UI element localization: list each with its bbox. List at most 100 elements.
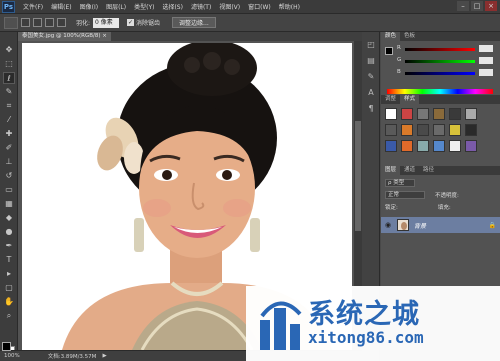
lock-row: 锁定: 填充: xyxy=(385,202,451,211)
document-tab-bar: 泰国美女.jpg @ 100%(RGB/8) × xyxy=(18,32,362,41)
layer-row[interactable]: ◉ 背景 🔒 xyxy=(381,217,500,233)
document-size: 文档:3.89M/3.57M xyxy=(47,354,97,360)
style-teal[interactable] xyxy=(417,140,429,152)
layer-name[interactable]: 背景 xyxy=(414,221,426,230)
menu-select[interactable]: 选择(S) xyxy=(162,2,183,11)
tab-styles[interactable]: 样式 xyxy=(400,95,420,104)
eraser-tool-icon[interactable]: ▭ xyxy=(3,184,15,196)
tab-swatches[interactable]: 色板 xyxy=(400,32,419,41)
style-bronze[interactable] xyxy=(433,108,445,120)
layer-kind-filter[interactable]: ρ 类型 xyxy=(385,178,415,187)
style-orange[interactable] xyxy=(401,124,413,136)
new-selection-icon[interactable] xyxy=(21,18,30,27)
dodge-tool-icon[interactable]: ● xyxy=(3,226,15,238)
intersect-selection-icon[interactable] xyxy=(57,18,66,27)
color-panel-tabs: 颜色 色板 xyxy=(381,32,500,41)
history-panel-icon[interactable]: ◰ xyxy=(366,40,376,50)
move-tool-icon[interactable]: ✥ xyxy=(3,44,15,56)
tab-paths[interactable]: 路径 xyxy=(419,166,438,175)
crop-tool-icon[interactable]: ⌗ xyxy=(3,100,15,112)
add-selection-icon[interactable] xyxy=(33,18,42,27)
close-button[interactable]: × xyxy=(485,1,497,11)
brush-tool-icon[interactable]: ✐ xyxy=(3,142,15,154)
channel-g-value[interactable] xyxy=(479,57,493,64)
menu-layer[interactable]: 图层(L) xyxy=(106,2,126,11)
menu-filter[interactable]: 滤镜(T) xyxy=(191,2,211,11)
lock-label: 锁定: xyxy=(385,204,398,211)
properties-panel-icon[interactable]: ▤ xyxy=(366,56,376,66)
shape-tool-icon[interactable]: ▢ xyxy=(3,282,15,294)
tab-adjustments[interactable]: 调整 xyxy=(381,95,400,104)
blur-tool-icon[interactable]: ◆ xyxy=(3,212,15,224)
channel-b-value[interactable] xyxy=(479,69,493,76)
tab-color[interactable]: 颜色 xyxy=(381,32,401,41)
style-slate[interactable] xyxy=(433,124,445,136)
style-dark[interactable] xyxy=(449,108,461,120)
path-selection-tool-icon[interactable]: ▸ xyxy=(3,268,15,280)
channel-r-value[interactable] xyxy=(479,45,493,52)
quick-select-tool-icon[interactable]: ✎ xyxy=(3,86,15,98)
refine-edge-button[interactable]: 调整边缘... xyxy=(172,17,216,28)
color-spectrum-bar[interactable] xyxy=(387,89,493,94)
style-blue[interactable] xyxy=(385,140,397,152)
gradient-tool-icon[interactable]: ▦ xyxy=(3,198,15,210)
feather-label: 羽化: xyxy=(76,20,91,27)
healing-tool-icon[interactable]: ✚ xyxy=(3,128,15,140)
hand-tool-icon[interactable]: ✋ xyxy=(3,296,15,308)
pen-tool-icon[interactable]: ✒ xyxy=(3,240,15,252)
style-none[interactable] xyxy=(385,108,397,120)
visibility-eye-icon[interactable]: ◉ xyxy=(385,221,393,229)
style-stone[interactable] xyxy=(385,124,397,136)
style-black[interactable] xyxy=(465,124,477,136)
menu-bar: Ps 文件(F) 编辑(E) 图像(I) 图层(L) 类型(Y) 选择(S) 滤… xyxy=(0,0,500,14)
menu-type[interactable]: 类型(Y) xyxy=(134,2,154,11)
tool-preset-picker[interactable] xyxy=(4,16,18,29)
document-tab[interactable]: 泰国美女.jpg @ 100%(RGB/8) × xyxy=(18,32,111,41)
style-white[interactable] xyxy=(449,140,461,152)
zoom-tool-icon[interactable]: ⌕ xyxy=(3,310,15,322)
blend-mode-select[interactable]: 正常 xyxy=(385,190,425,199)
style-sky[interactable] xyxy=(433,140,445,152)
style-gold[interactable] xyxy=(449,124,461,136)
eyedropper-tool-icon[interactable]: ⁄ xyxy=(3,114,15,126)
foreground-color-swatch[interactable] xyxy=(2,342,11,351)
lasso-tool-icon[interactable]: ℓ xyxy=(3,72,15,84)
maximize-button[interactable]: □ xyxy=(471,1,483,11)
style-red[interactable] xyxy=(401,108,413,120)
style-charcoal[interactable] xyxy=(417,124,429,136)
zoom-level[interactable]: 100% xyxy=(4,353,20,359)
style-silver[interactable] xyxy=(465,108,477,120)
menu-help[interactable]: 帮助(H) xyxy=(279,2,300,11)
menu-edit[interactable]: 编辑(E) xyxy=(51,2,71,11)
tab-layers[interactable]: 图层 xyxy=(381,166,401,175)
channel-g-slider[interactable] xyxy=(405,60,475,63)
menu-view[interactable]: 视图(V) xyxy=(219,2,240,11)
feather-input[interactable]: 0 像素 xyxy=(93,17,120,28)
antialias-checkbox[interactable]: ✓ xyxy=(127,19,135,26)
brush-panel-icon[interactable]: ✎ xyxy=(366,72,376,82)
clone-stamp-tool-icon[interactable]: ⊥ xyxy=(3,156,15,168)
status-menu-arrow[interactable]: ▶ xyxy=(102,353,106,359)
color-panel-foreground[interactable] xyxy=(385,47,393,55)
menu-image[interactable]: 图像(I) xyxy=(80,2,98,11)
style-purple[interactable] xyxy=(465,140,477,152)
subtract-selection-icon[interactable] xyxy=(45,18,54,27)
style-flame[interactable] xyxy=(401,140,413,152)
styles-panel-tabs: 调整 样式 xyxy=(381,95,500,104)
channel-r-slider[interactable] xyxy=(405,48,475,51)
paragraph-panel-icon[interactable]: ¶ xyxy=(366,104,376,114)
marquee-tool-icon[interactable]: ⬚ xyxy=(3,58,15,70)
scrollbar-thumb[interactable] xyxy=(355,121,361,231)
channel-b-slider[interactable] xyxy=(405,72,475,75)
type-tool-icon[interactable]: T xyxy=(3,254,15,266)
character-panel-icon[interactable]: A xyxy=(366,88,376,98)
lock-icon: 🔒 xyxy=(488,221,496,229)
menu-file[interactable]: 文件(F) xyxy=(23,2,43,11)
minimize-button[interactable]: – xyxy=(457,1,469,11)
tab-channels[interactable]: 通道 xyxy=(400,166,419,175)
window-controls: – □ × xyxy=(455,1,497,11)
style-gray[interactable] xyxy=(417,108,429,120)
history-brush-tool-icon[interactable]: ↺ xyxy=(3,170,15,182)
color-panel: R G B xyxy=(381,41,500,95)
menu-window[interactable]: 窗口(W) xyxy=(248,2,271,11)
